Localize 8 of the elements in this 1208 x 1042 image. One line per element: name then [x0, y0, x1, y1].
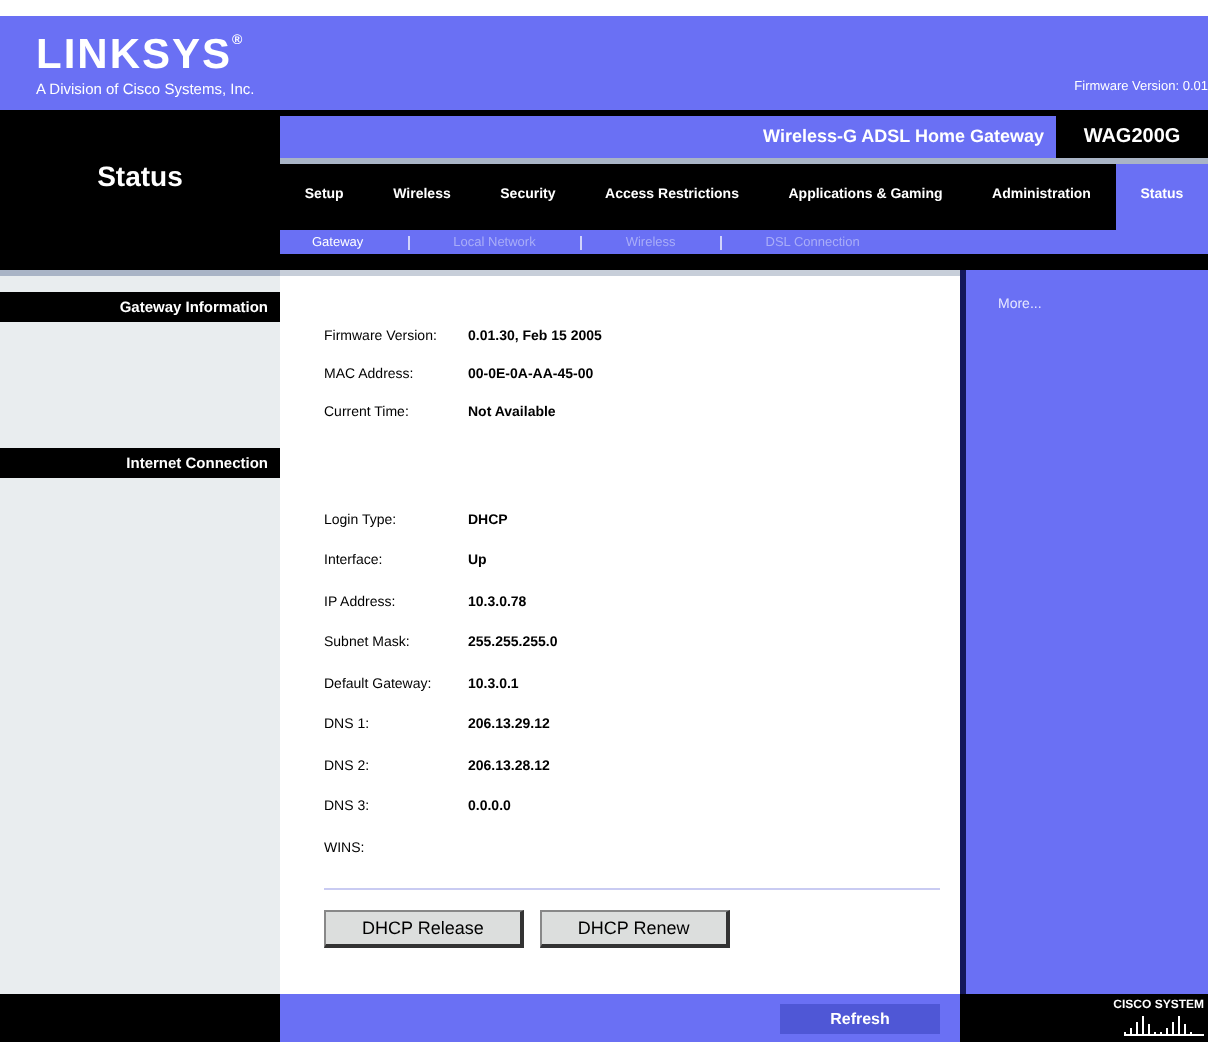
brand-logo: LINKSYS$^{®}$: [36, 34, 247, 76]
action-button[interactable]: DHCP Renew: [539, 910, 730, 948]
model-number: WAG200G: [1081, 124, 1183, 152]
action-button[interactable]: DHCP Release: [324, 910, 524, 948]
bars-logo-icon: [1124, 1016, 1204, 1036]
refresh-button[interactable]: Refresh: [780, 1003, 940, 1033]
product-name: Wireless-G ADSL Home Gateway: [280, 116, 1056, 158]
page-title: Status: [97, 160, 183, 196]
